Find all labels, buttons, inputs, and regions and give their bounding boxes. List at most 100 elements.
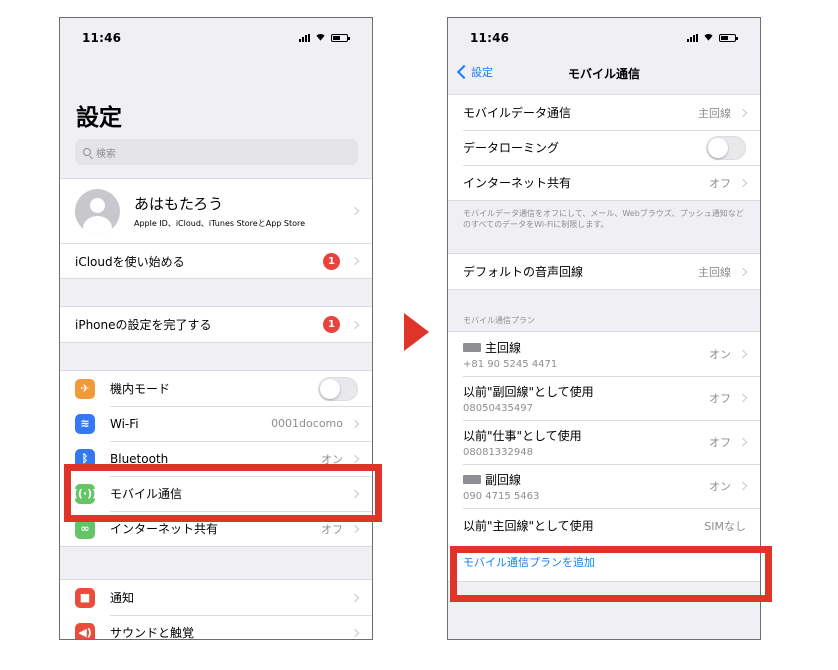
chevron-right-icon bbox=[738, 393, 748, 403]
plan-status: オン bbox=[709, 348, 731, 361]
chevron-right-icon bbox=[350, 419, 360, 428]
former-main-line-label: 以前"主回線"として使用 bbox=[463, 519, 594, 533]
hotspot-value: オフ bbox=[321, 522, 343, 536]
arrow-right-icon bbox=[404, 313, 429, 351]
sound-icon: ◀) bbox=[75, 622, 95, 639]
chevron-right-icon bbox=[350, 454, 360, 463]
chevron-right-icon bbox=[350, 320, 360, 329]
hotspot-row[interactable]: インターネット共有 オフ bbox=[448, 165, 760, 200]
hotspot-value: オフ bbox=[709, 176, 731, 190]
search-icon bbox=[83, 148, 91, 156]
notifications-label: 通知 bbox=[110, 591, 135, 605]
sim-card-icon bbox=[463, 342, 481, 352]
chevron-right-icon bbox=[738, 349, 748, 359]
chevron-right-icon bbox=[350, 206, 360, 216]
status-time: 11:46 bbox=[82, 31, 122, 45]
profile-group: あはもたろう Apple ID、iCloud、iTunes StoreとApp … bbox=[60, 178, 372, 279]
data-roaming-label: データローミング bbox=[463, 141, 560, 155]
wifi-value: 0001docomo bbox=[271, 417, 343, 430]
wifi-status-icon bbox=[703, 34, 714, 42]
chevron-right-icon bbox=[738, 178, 748, 187]
wifi-row[interactable]: ≋ Wi-Fi 0001docomo bbox=[60, 406, 372, 441]
notifications-row[interactable]: ■ 通知 bbox=[60, 580, 372, 615]
mobile-data-line-row[interactable]: モバイルデータ通信 主回線 bbox=[448, 95, 760, 130]
plan-status: オフ bbox=[709, 436, 731, 449]
plan-number: 08081332948 bbox=[463, 446, 533, 458]
status-icons bbox=[299, 34, 350, 42]
chevron-right-icon bbox=[738, 267, 748, 276]
chevron-right-icon bbox=[350, 628, 360, 637]
sim-card-icon bbox=[463, 474, 481, 484]
apple-id-row[interactable]: あはもたろう Apple ID、iCloud、iTunes StoreとApp … bbox=[60, 179, 372, 243]
status-bar: 11:46 bbox=[60, 18, 372, 58]
hotspot-label: インターネット共有 bbox=[110, 522, 219, 536]
data-roaming-row: データローミング bbox=[448, 130, 760, 165]
airplane-icon: ✈ bbox=[75, 378, 95, 399]
nav-title: モバイル通信 bbox=[567, 66, 640, 81]
plan-number: +81 90 5245 4471 bbox=[463, 358, 558, 370]
former-main-line-row[interactable]: 以前"主回線"として使用 SIMなし bbox=[448, 508, 760, 543]
notification-badge: 1 bbox=[323, 252, 340, 270]
mobile-data-line-label: モバイルデータ通信 bbox=[463, 106, 572, 120]
back-button-label: 設定 bbox=[471, 66, 493, 79]
cellular-signal-icon bbox=[687, 34, 698, 42]
chevron-right-icon bbox=[738, 481, 748, 491]
status-icons bbox=[687, 34, 738, 42]
sounds-label: サウンドと触覚 bbox=[110, 626, 195, 640]
voice-line-group: デフォルトの音声回線 主回線 bbox=[448, 253, 760, 290]
avatar bbox=[75, 188, 120, 234]
icloud-row-label: iCloudを使い始める bbox=[75, 254, 185, 269]
chevron-right-icon bbox=[350, 256, 360, 266]
plans-group: 主回線 +81 90 5245 4471 オン 以前"副回線"として使用 080… bbox=[448, 331, 760, 582]
plan-row[interactable]: 以前"仕事"として使用 08081332948 オフ bbox=[448, 420, 760, 464]
hotspot-label: インターネット共有 bbox=[463, 176, 572, 190]
plans-section-header: モバイル通信プラン bbox=[463, 316, 535, 325]
status-time: 11:46 bbox=[470, 31, 510, 45]
default-voice-line-label: デフォルトの音声回線 bbox=[463, 265, 584, 279]
plan-row[interactable]: 以前"副回線"として使用 08050435497 オフ bbox=[448, 376, 760, 420]
page-title: 設定 bbox=[76, 105, 122, 131]
notification-badge: 1 bbox=[323, 316, 340, 333]
wifi-status-icon bbox=[315, 34, 326, 42]
plan-number: 08050435497 bbox=[463, 402, 533, 414]
profile-subtitle: Apple ID、iCloud、iTunes StoreとApp Store bbox=[134, 219, 306, 228]
chevron-right-icon bbox=[350, 593, 360, 602]
search-input[interactable]: 検索 bbox=[75, 139, 358, 165]
profile-name: あはもたろう bbox=[134, 195, 224, 213]
mobile-data-options-group: モバイルデータ通信 主回線 データローミング インターネット共有 オフ bbox=[448, 94, 760, 201]
wifi-icon: ≋ bbox=[75, 413, 95, 434]
plan-row[interactable]: 主回線 +81 90 5245 4471 オン bbox=[448, 332, 760, 376]
add-plan-highlight bbox=[450, 546, 772, 602]
navigation-bar: 設定 モバイル通信 bbox=[448, 58, 760, 88]
battery-icon bbox=[331, 34, 350, 42]
mobile-data-footer: モバイルデータ通信をオフにして、メール、Webブラウズ、プッシュ通知などのすべて… bbox=[463, 209, 744, 229]
data-roaming-toggle[interactable] bbox=[706, 135, 746, 160]
status-bar: 11:46 bbox=[448, 18, 760, 58]
chevron-right-icon bbox=[738, 437, 748, 447]
plan-number: 090 4715 5463 bbox=[463, 490, 540, 502]
chevron-right-icon bbox=[350, 524, 360, 533]
setup-group: iPhoneの設定を完了する 1 bbox=[60, 306, 372, 343]
plan-title: 以前"副回線"として使用 bbox=[463, 384, 594, 399]
left-phone-screen: 11:46 設定 検索 あはもたろう Apple ID、iCloud、iTune… bbox=[59, 17, 373, 640]
wifi-label: Wi-Fi bbox=[110, 416, 139, 431]
notifications-group: ■ 通知 ◀) サウンドと触覚 bbox=[60, 579, 372, 640]
battery-icon bbox=[719, 34, 738, 42]
finish-setup-row[interactable]: iPhoneの設定を完了する 1 bbox=[60, 307, 372, 342]
airplane-mode-toggle[interactable] bbox=[318, 376, 358, 401]
default-voice-line-value: 主回線 bbox=[698, 265, 731, 279]
cellular-signal-icon bbox=[299, 34, 310, 42]
sounds-row[interactable]: ◀) サウンドと触覚 bbox=[60, 615, 372, 640]
plan-status: オン bbox=[709, 480, 731, 493]
mobile-data-line-value: 主回線 bbox=[698, 106, 731, 120]
back-button[interactable]: 設定 bbox=[456, 64, 493, 80]
plan-title: 副回線 bbox=[485, 472, 522, 487]
notification-icon: ■ bbox=[75, 587, 95, 608]
airplane-mode-row[interactable]: ✈ 機内モード bbox=[60, 371, 372, 406]
plan-title: 主回線 bbox=[485, 340, 522, 355]
plan-row[interactable]: 副回線 090 4715 5463 オン bbox=[448, 464, 760, 508]
plan-status: オフ bbox=[709, 392, 731, 405]
default-voice-line-row[interactable]: デフォルトの音声回線 主回線 bbox=[448, 254, 760, 289]
icloud-row[interactable]: iCloudを使い始める 1 bbox=[60, 243, 372, 278]
former-main-line-value: SIMなし bbox=[704, 519, 746, 533]
